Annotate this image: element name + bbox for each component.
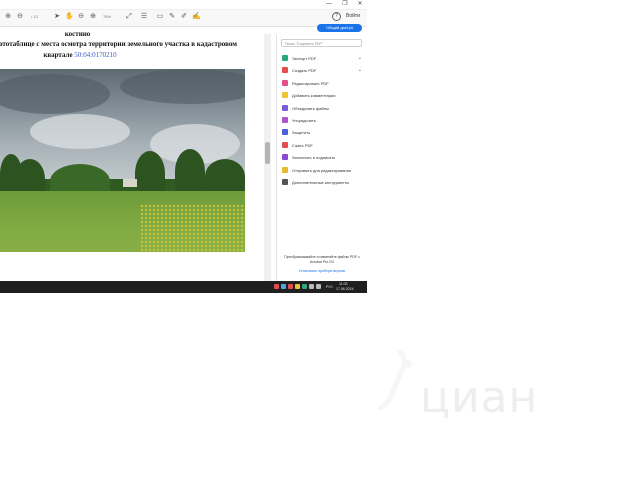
tool-label: Защитить bbox=[292, 130, 311, 136]
tool-label: Экспорт PDF bbox=[292, 56, 317, 61]
page-up-icon[interactable]: ⊕ bbox=[4, 13, 12, 21]
promo-text: Преобразовывайте и изменяйте файлы PDF с… bbox=[284, 255, 360, 264]
zoom-in-icon[interactable]: ⊕ bbox=[89, 13, 97, 21]
tool-icon bbox=[282, 166, 288, 173]
tool-icon bbox=[282, 129, 288, 136]
tool-label: Добавить комментарии bbox=[292, 93, 336, 99]
tray-app-icon[interactable] bbox=[281, 284, 286, 289]
scroll-mode-icon[interactable]: ☰ bbox=[140, 13, 148, 21]
help-icon[interactable]: ? bbox=[332, 12, 341, 21]
landscape-photo bbox=[0, 69, 245, 252]
watermark-text: циан bbox=[420, 372, 539, 423]
maximize-button[interactable]: ❐ bbox=[338, 0, 352, 8]
tool-icon bbox=[282, 179, 288, 185]
tool-item[interactable]: Добавить комментарии bbox=[282, 91, 366, 100]
photo-tree bbox=[135, 151, 165, 196]
clock-time[interactable]: 11:03 bbox=[339, 282, 348, 286]
doc-line-3-text: квартале bbox=[43, 51, 73, 59]
close-button[interactable]: ✕ bbox=[353, 0, 367, 8]
sign-in-link[interactable]: Войти bbox=[346, 13, 360, 19]
tool-item[interactable]: Защитить bbox=[282, 128, 366, 137]
tool-item[interactable]: Упорядочить bbox=[282, 116, 366, 125]
draw-icon[interactable]: ✐ bbox=[180, 13, 188, 21]
select-cursor-icon[interactable]: ➤ bbox=[53, 13, 61, 21]
tools-panel: Поиск "Сократить PDF" Экспорт PDF ⌄ Создат… bbox=[276, 35, 367, 281]
network-icon[interactable] bbox=[309, 284, 314, 289]
trial-link[interactable]: Установить пробную версию bbox=[281, 269, 363, 273]
minimize-button[interactable]: — bbox=[322, 0, 336, 8]
tool-label: Упорядочить bbox=[292, 118, 316, 123]
tool-item[interactable]: Отправить для редактирования bbox=[282, 166, 366, 175]
highlight-icon[interactable]: ✎ bbox=[168, 13, 176, 21]
photo-flowers bbox=[140, 204, 245, 252]
photo-cloud bbox=[30, 114, 130, 149]
tool-icon bbox=[282, 117, 288, 123]
chevron-down-icon[interactable]: ⌄ bbox=[358, 55, 362, 61]
toolbar: ⊕ ⊖ / 13 ➤ ✋ ⊖ ⊕ 78% ⤢ ☰ ▭ ✎ ✐ ✍ bbox=[0, 10, 367, 27]
cadastral-number: 50:04:0170210 bbox=[74, 51, 117, 59]
language-indicator[interactable]: РУС bbox=[326, 285, 333, 289]
tray-app-icon[interactable] bbox=[295, 284, 300, 289]
clock-date[interactable]: 17.06.2024 bbox=[336, 287, 354, 291]
tool-item[interactable]: Дополнительные инструменты bbox=[282, 178, 366, 187]
taskbar: РУС 11:03 17.06.2024 bbox=[0, 281, 367, 293]
tool-icon bbox=[282, 141, 288, 148]
page-indicator[interactable]: / 13 bbox=[31, 14, 38, 19]
comment-icon[interactable]: ▭ bbox=[156, 13, 164, 21]
tool-icon bbox=[282, 104, 288, 111]
tool-icon bbox=[282, 79, 288, 86]
tool-item[interactable]: Объединить файлы bbox=[282, 104, 366, 113]
tool-icon bbox=[282, 92, 288, 99]
chevron-down-icon[interactable]: ⌄ bbox=[358, 67, 362, 73]
share-button[interactable]: Общий доступ bbox=[317, 24, 362, 32]
tool-item[interactable]: Редактировать PDF bbox=[282, 79, 366, 88]
tool-item[interactable]: Заполнить и подписать bbox=[282, 153, 366, 162]
tool-label: Отправить для редактирования bbox=[292, 167, 352, 173]
volume-icon[interactable] bbox=[316, 284, 321, 289]
title-bar: — ❐ ✕ bbox=[0, 0, 367, 10]
photo-house bbox=[123, 179, 137, 187]
hand-tool-icon[interactable]: ✋ bbox=[65, 13, 74, 21]
tool-label: Создать PDF bbox=[292, 68, 317, 74]
tool-label: Сжать PDF bbox=[292, 142, 313, 148]
screen: — ❐ ✕ ⊕ ⊖ / 13 ➤ ✋ ⊖ ⊕ 78% ⤢ ☰ ▭ ✎ ✐ ✍ ?… bbox=[0, 0, 367, 293]
doc-line-1: костино bbox=[64, 30, 91, 38]
watermark-logo-icon bbox=[378, 350, 412, 410]
tool-label: Заполнить и подписать bbox=[292, 155, 336, 161]
zoom-out-icon[interactable]: ⊖ bbox=[77, 13, 85, 21]
tool-item[interactable]: Экспорт PDF ⌄ bbox=[282, 54, 366, 63]
tray-app-icon[interactable] bbox=[288, 284, 293, 289]
zoom-level[interactable]: 78% bbox=[103, 14, 111, 19]
photo-tree bbox=[205, 159, 245, 194]
scrollbar-thumb[interactable] bbox=[265, 142, 270, 164]
page-down-icon[interactable]: ⊖ bbox=[16, 13, 24, 21]
tool-item[interactable]: Создать PDF ⌄ bbox=[282, 66, 366, 75]
tray-app-icon[interactable] bbox=[302, 284, 307, 289]
tool-icon bbox=[282, 154, 288, 161]
tool-icon bbox=[282, 55, 288, 61]
photo-tree bbox=[175, 149, 205, 194]
fit-page-icon[interactable]: ⤢ bbox=[125, 13, 133, 21]
tools-search-input[interactable]: Поиск "Сократить PDF" bbox=[281, 39, 362, 47]
doc-line-2: Фототаблице с места осмотра территории з… bbox=[0, 40, 237, 48]
tool-item[interactable]: Сжать PDF bbox=[282, 141, 366, 150]
vertical-scrollbar[interactable] bbox=[264, 34, 271, 282]
tool-icon bbox=[282, 67, 288, 74]
tool-label: Объединить файлы bbox=[292, 105, 329, 111]
sign-icon[interactable]: ✍ bbox=[192, 13, 201, 21]
doc-line-3: квартале 50:04:0170210 bbox=[0, 51, 160, 59]
tool-label: Редактировать PDF bbox=[292, 80, 329, 86]
tool-label: Дополнительные инструменты bbox=[292, 180, 350, 185]
tray-app-icon[interactable] bbox=[274, 284, 279, 289]
